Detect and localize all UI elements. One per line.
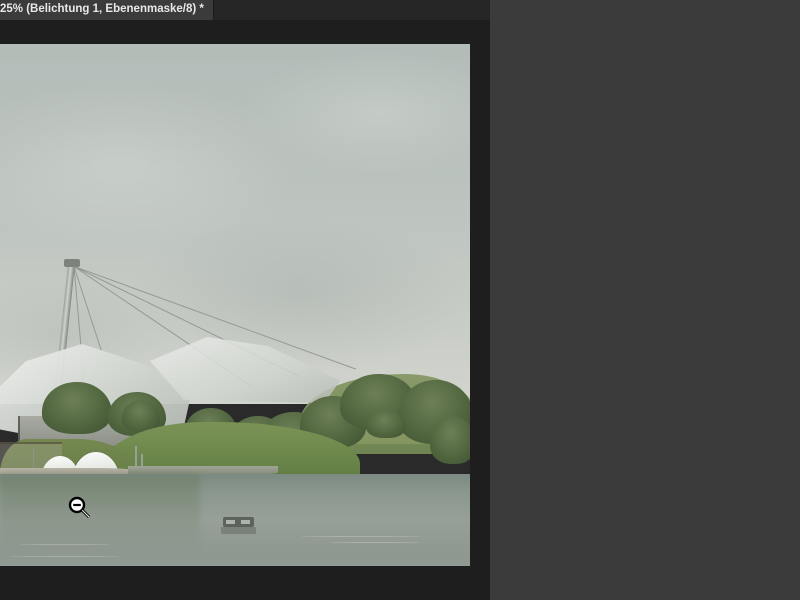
platform-detail <box>226 520 235 524</box>
zoom-out-cursor-icon <box>68 496 91 519</box>
water-ripple <box>10 556 120 557</box>
image-canvas[interactable] <box>0 44 470 566</box>
water-ripple <box>300 536 420 537</box>
panel-column: Eigenschaften Info » Belichtung Vorgabe: <box>490 0 800 600</box>
document-tab[interactable]: 25% (Belichtung 1, Ebenenmaske/8) * <box>0 0 214 20</box>
document-tab-strip: 25% (Belichtung 1, Ebenenmaske/8) * <box>0 0 490 20</box>
water-ripple <box>20 544 110 545</box>
tree-cluster <box>366 410 406 438</box>
stadium-mast-cap <box>64 259 80 267</box>
document-area: 25% (Belichtung 1, Ebenenmaske/8) * <box>0 0 490 600</box>
platform-detail <box>241 520 250 524</box>
floating-platform-base <box>221 527 256 534</box>
water-ripple <box>330 542 420 543</box>
water-reflection <box>0 474 200 554</box>
photoshop-window: 25% (Belichtung 1, Ebenenmaske/8) * <box>0 0 800 600</box>
photo-olympiapark-munich <box>0 44 470 566</box>
tree-cluster <box>430 416 470 464</box>
